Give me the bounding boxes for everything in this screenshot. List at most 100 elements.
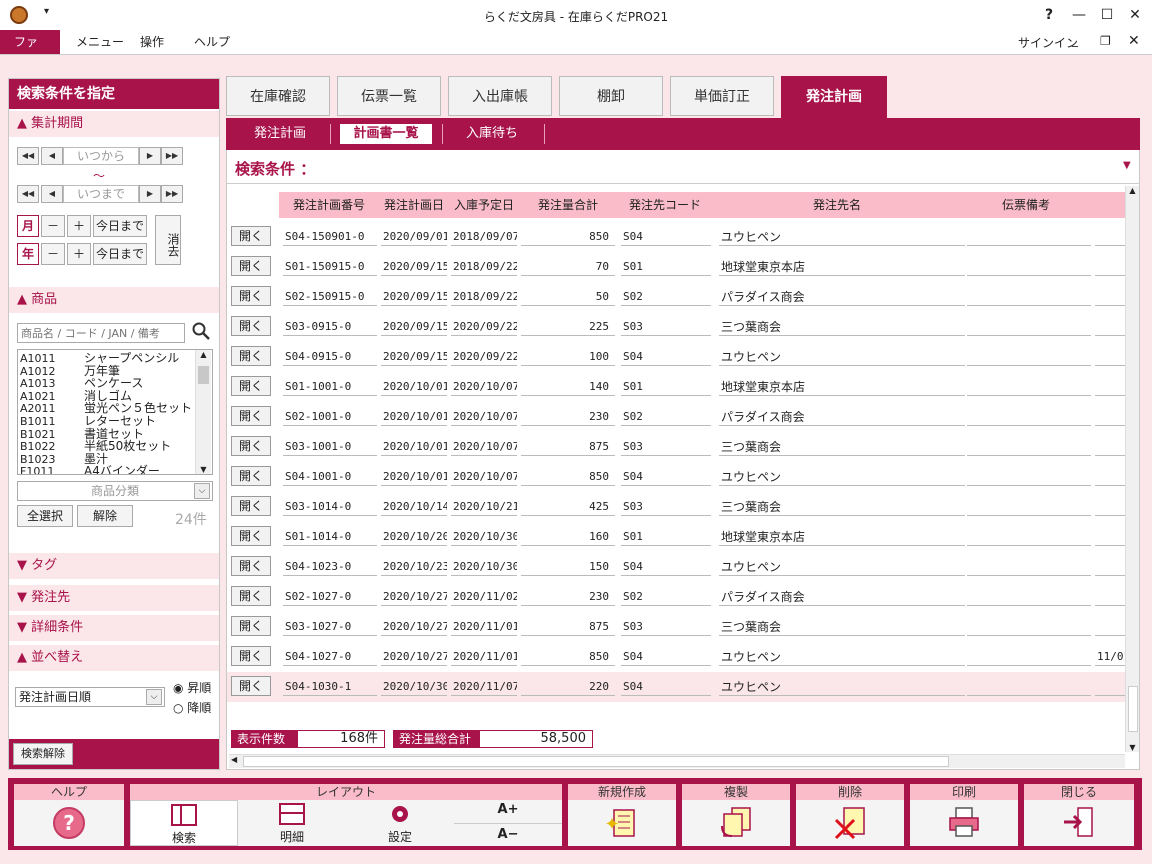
open-button[interactable]: 開く xyxy=(231,346,271,366)
from-date-input[interactable]: いつから xyxy=(63,147,139,165)
open-button[interactable]: 開く xyxy=(231,316,271,336)
open-button[interactable]: 開く xyxy=(231,556,271,576)
ribbon-minimize-icon[interactable]: _ xyxy=(1072,33,1078,47)
table-horizontal-scrollbar[interactable]: ◀ xyxy=(229,754,1125,768)
table-row[interactable]: 開く S04-1001-0 2020/10/01 2020/10/07 850 S04 ユウ… xyxy=(227,462,1125,492)
from-first-button[interactable]: ◀◀ xyxy=(17,147,39,165)
category-select[interactable]: 商品分類 ⌵ xyxy=(17,481,213,501)
table-row[interactable]: 開く S02-1027-0 2020/10/27 2020/11/02 230 S02 パラ… xyxy=(227,582,1125,612)
table-row[interactable]: 開く S03-1027-0 2020/10/27 2020/11/01 875 S03 三つ… xyxy=(227,612,1125,642)
new-document-icon[interactable]: ✦ xyxy=(604,804,640,843)
tag-section-toggle[interactable]: ▼ タグ xyxy=(9,553,219,579)
period-clear-button[interactable]: 消去 xyxy=(155,215,181,265)
table-row[interactable]: 開く S04-1023-0 2020/10/23 2020/10/30 150 S04 ユウ… xyxy=(227,552,1125,582)
help-icon[interactable]: ? xyxy=(52,806,86,843)
table-row[interactable]: 開く S04-1030-1 2020/10/30 2020/11/07 220 S04 ユウ… xyxy=(227,672,1125,702)
from-last-button[interactable]: ▶▶ xyxy=(161,147,183,165)
subtab-awaiting[interactable]: 入庫待ち xyxy=(452,124,532,144)
table-row[interactable]: 開く S04-1027-0 2020/10/27 2020/11/01 850 S04 ユウ… xyxy=(227,642,1125,672)
open-button[interactable]: 開く xyxy=(231,256,271,276)
layout-detail-button[interactable]: 明細 xyxy=(238,800,346,846)
product-section-toggle[interactable]: ▲ 商品 xyxy=(9,287,219,313)
sort-select[interactable]: 発注計画日順 ⌵ xyxy=(15,687,165,707)
font-down-button[interactable]: A− xyxy=(454,824,562,846)
subtab-plan-list[interactable]: 計画書一覧 xyxy=(340,124,432,144)
layout-settings-button[interactable]: 設定 xyxy=(346,800,454,846)
tab-price[interactable]: 単価訂正 xyxy=(670,76,774,116)
to-last-button[interactable]: ▶▶ xyxy=(161,185,183,203)
col-qty[interactable]: 発注量合計 xyxy=(519,192,617,218)
table-row[interactable]: 開く S03-1001-0 2020/10/01 2020/10/07 875 S03 三つ… xyxy=(227,432,1125,462)
col-plan-no[interactable]: 発注計画番号 xyxy=(279,192,379,218)
copy-icon[interactable] xyxy=(718,804,754,843)
open-button[interactable]: 開く xyxy=(231,466,271,486)
product-list[interactable]: A1011 シャープペンシル A1012 万年筆 A1013 ペンケース A1021 消しゴム… xyxy=(17,349,213,475)
product-search-input[interactable] xyxy=(17,323,185,343)
menu-file[interactable]: ファイル xyxy=(0,30,60,73)
ribbon-close-icon[interactable]: ✕ xyxy=(1128,33,1140,49)
open-button[interactable]: 開く xyxy=(231,496,271,516)
signin-link[interactable]: サインイン xyxy=(1018,34,1078,51)
table-row[interactable]: 開く S01-1014-0 2020/10/20 2020/10/30 160 S01 地球… xyxy=(227,522,1125,552)
menu-help[interactable]: ヘルプ xyxy=(180,30,244,54)
tab-order-plan[interactable]: 発注計画 xyxy=(781,76,887,118)
sort-section-toggle[interactable]: ▲ 並べ替え xyxy=(9,645,219,671)
printer-icon[interactable] xyxy=(946,804,982,843)
period-section-toggle[interactable]: ▲ 集計期間 xyxy=(9,111,219,137)
subtab-plan[interactable]: 発注計画 xyxy=(240,124,320,144)
col-supplier-code[interactable]: 発注先コード xyxy=(617,192,713,218)
open-button[interactable]: 開く xyxy=(231,646,271,666)
product-list-scrollbar[interactable]: ▲ ▼ xyxy=(195,350,211,474)
supplier-section-toggle[interactable]: ▼ 発注先 xyxy=(9,585,219,611)
open-button[interactable]: 開く xyxy=(231,376,271,396)
table-vertical-scrollbar[interactable]: ▲ ▼ xyxy=(1125,186,1139,752)
month-minus-button[interactable]: － xyxy=(41,215,65,237)
month-today-button[interactable]: 今日まで xyxy=(93,215,147,237)
open-button[interactable]: 開く xyxy=(231,676,271,696)
deselect-button[interactable]: 解除 xyxy=(77,505,133,527)
open-button[interactable]: 開く xyxy=(231,286,271,306)
col-extra[interactable] xyxy=(1091,192,1125,218)
year-today-button[interactable]: 今日まで xyxy=(93,243,147,265)
tab-ledger[interactable]: 入出庫帳 xyxy=(448,76,552,116)
year-plus-button[interactable]: ＋ xyxy=(67,243,91,265)
help-button[interactable]: ? xyxy=(1032,0,1066,30)
detail-section-toggle[interactable]: ▼ 詳細条件 xyxy=(9,615,219,641)
table-row[interactable]: 開く S03-1014-0 2020/10/14 2020/10/21 425 S03 三つ… xyxy=(227,492,1125,522)
col-plan-date[interactable]: 発注計画日 xyxy=(379,192,449,218)
month-plus-button[interactable]: ＋ xyxy=(67,215,91,237)
from-prev-button[interactable]: ◀ xyxy=(41,147,63,165)
table-row[interactable]: 開く S02-150915-0 2020/09/15 2018/09/22 50 S02 パ… xyxy=(227,282,1125,312)
from-next-button[interactable]: ▶ xyxy=(139,147,161,165)
open-button[interactable]: 開く xyxy=(231,526,271,546)
tab-stock[interactable]: 在庫確認 xyxy=(226,76,330,116)
search-icon[interactable] xyxy=(191,321,211,344)
exit-door-icon[interactable] xyxy=(1062,804,1098,843)
select-all-button[interactable]: 全選択 xyxy=(17,505,73,527)
close-icon[interactable]: ✕ xyxy=(1118,0,1152,30)
ribbon-restore-icon[interactable]: ❐ xyxy=(1100,34,1111,48)
table-row[interactable]: 開く S01-1001-0 2020/10/01 2020/10/07 140 S01 地球… xyxy=(227,372,1125,402)
open-button[interactable]: 開く xyxy=(231,586,271,606)
font-up-button[interactable]: A+ xyxy=(454,802,562,824)
open-button[interactable]: 開く xyxy=(231,616,271,636)
table-row[interactable]: 開く S04-150901-0 2020/09/01 2018/09/07 850 S04… xyxy=(227,222,1125,252)
col-due-date[interactable]: 入庫予定日 xyxy=(449,192,519,218)
layout-search-button[interactable]: 検索 xyxy=(130,800,238,846)
col-note[interactable]: 伝票備考 xyxy=(961,192,1091,218)
year-minus-button[interactable]: － xyxy=(41,243,65,265)
search-condition-bar[interactable]: 検索条件 ： ▼ xyxy=(227,150,1139,184)
menu-operation[interactable]: 操作 xyxy=(126,30,178,54)
table-row[interactable]: 開く S03-0915-0 2020/09/15 2020/09/22 225 S03 三つ… xyxy=(227,312,1125,342)
delete-icon[interactable] xyxy=(832,804,868,843)
open-button[interactable]: 開く xyxy=(231,226,271,246)
table-row[interactable]: 開く S01-150915-0 2020/09/15 2018/09/22 70 S01 地… xyxy=(227,252,1125,282)
expand-icon[interactable]: ▼ xyxy=(1123,160,1131,171)
tab-inventory[interactable]: 棚卸 xyxy=(559,76,663,116)
to-first-button[interactable]: ◀◀ xyxy=(17,185,39,203)
to-prev-button[interactable]: ◀ xyxy=(41,185,63,203)
open-button[interactable]: 開く xyxy=(231,436,271,456)
to-next-button[interactable]: ▶ xyxy=(139,185,161,203)
open-button[interactable]: 開く xyxy=(231,406,271,426)
sort-asc-radio[interactable]: ◉ 昇順 xyxy=(173,679,211,696)
